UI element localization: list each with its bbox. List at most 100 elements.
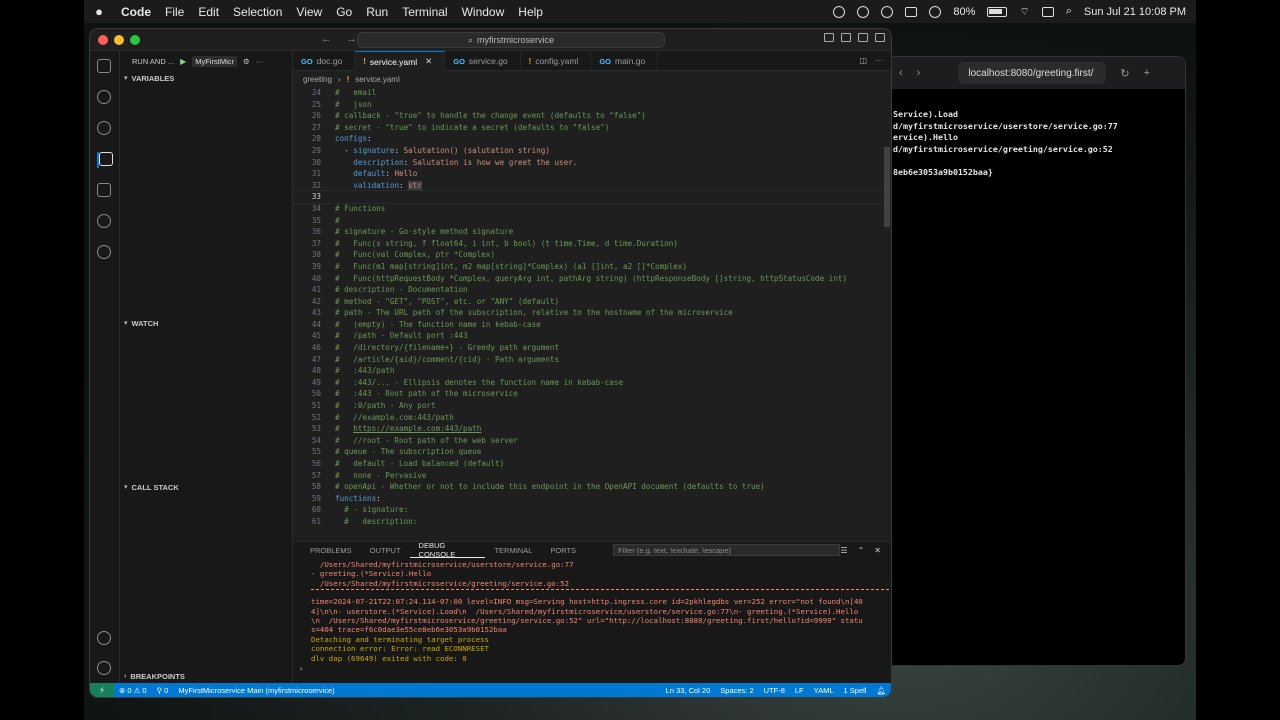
code-line[interactable]: 42 # method - "GET", "POST", etc. or "ANY…	[293, 296, 883, 308]
tab-ports[interactable]: PORTS	[541, 542, 585, 558]
code-line[interactable]: 32 validation: str	[293, 180, 883, 192]
menu-view[interactable]: View	[289, 5, 329, 19]
moon-icon[interactable]	[881, 5, 894, 18]
scrollbar-thumb[interactable]	[884, 147, 890, 227]
tab-terminal[interactable]: TERMINAL	[485, 542, 541, 558]
clock[interactable]: Sun Jul 21 10:08 PM	[1084, 6, 1186, 18]
tab-service-yaml[interactable]: ! service.yaml ✕	[355, 51, 446, 71]
code-line[interactable]: 60 # - signature:	[293, 504, 883, 516]
run-debug-icon[interactable]	[97, 152, 113, 168]
code-line[interactable]: 58 # openApi - Whether or not to include …	[293, 481, 883, 493]
code-line[interactable]: 45 # /path - Default port :443	[293, 330, 883, 342]
tab-config-yaml[interactable]: ! config.yaml	[521, 51, 592, 71]
code-line[interactable]: 39 # Func(m1 map[string]int, m2 map[strin…	[293, 261, 883, 273]
code-line[interactable]: 43 # path - The URL path of the subscript…	[293, 307, 883, 319]
language-mode[interactable]: YAML	[809, 686, 839, 695]
spotlight-icon[interactable]: ⌕	[1066, 5, 1072, 18]
menu-edit[interactable]: Edit	[191, 5, 226, 19]
code-line[interactable]: 33	[293, 190, 883, 204]
tab-problems[interactable]: PROBLEMS	[301, 542, 361, 558]
record-icon[interactable]	[833, 5, 846, 18]
code-line[interactable]: 51 # :0/path - Any port	[293, 400, 883, 412]
cursor-position[interactable]: Ln 33, Col 20	[661, 686, 716, 695]
code-line[interactable]: 50 # :443 - Root path of the microservice	[293, 388, 883, 400]
testing-icon[interactable]	[97, 214, 113, 230]
code-line[interactable]: 48 # :443/path	[293, 365, 883, 377]
code-line[interactable]: 34 # Functions	[293, 203, 883, 215]
search-view-icon[interactable]	[97, 90, 113, 106]
code-line[interactable]: 29 - signature: Salutation() (salutation…	[293, 145, 883, 157]
breadcrumb-file[interactable]: service.yaml	[355, 75, 399, 84]
code-line[interactable]: 49 # :443/... - Ellipsis denotes the func…	[293, 377, 883, 389]
time-machine-icon[interactable]	[929, 5, 942, 18]
split-editor-icon[interactable]: ◫	[859, 56, 867, 65]
notifications-bell-icon[interactable]: 🔔︎	[871, 686, 891, 695]
extensions-icon[interactable]	[97, 183, 113, 199]
debug-config-status[interactable]: MyFirstMicroservice Main (myfirstmicrose…	[173, 686, 339, 695]
tab-main-go[interactable]: GO main.go	[591, 51, 659, 71]
tab-output[interactable]: OUTPUT	[361, 542, 410, 558]
nav-forward-icon[interactable]: →	[346, 33, 357, 45]
command-center[interactable]: ⌕ myfirstmicroservice	[357, 32, 665, 48]
browser-url-field[interactable]: localhost:8080/greeting.first/	[958, 62, 1107, 84]
code-line[interactable]: 38 # Func(val Complex, ptr *Complex)	[293, 249, 883, 261]
toggle-sidebar-icon[interactable]	[824, 33, 834, 42]
code-line[interactable]: 31 default: Hello	[293, 168, 883, 180]
wifi-icon[interactable]: ⌔	[1019, 5, 1029, 19]
spell-check-status[interactable]: 1 Spell	[839, 686, 872, 695]
tab-service-go[interactable]: GO service.go	[445, 51, 521, 71]
code-line[interactable]: 26 # callback - "true" to handle the chan…	[293, 110, 883, 122]
control-center-icon[interactable]	[1041, 6, 1054, 17]
display-icon[interactable]	[905, 6, 918, 17]
problems-count[interactable]: ⊗ 0 ⚠ 0	[114, 686, 152, 695]
code-line[interactable]: 24 # email	[293, 87, 883, 99]
explorer-icon[interactable]	[97, 59, 113, 75]
menu-terminal[interactable]: Terminal	[395, 5, 454, 19]
code-line[interactable]: 53 # https://example.com:443/path	[293, 423, 883, 435]
more-actions-icon[interactable]: ···	[256, 57, 264, 66]
menu-run[interactable]: Run	[359, 5, 395, 19]
zoom-window-button[interactable]	[130, 34, 140, 45]
indentation[interactable]: Spaces: 2	[715, 686, 758, 695]
menu-help[interactable]: Help	[511, 5, 550, 19]
code-line[interactable]: 35 #	[293, 215, 883, 227]
launch-config-select[interactable]: MyFirstMicr	[192, 55, 237, 67]
watch-section[interactable]: ▾ WATCH	[120, 316, 292, 330]
end-of-line[interactable]: LF	[790, 686, 809, 695]
battery-icon[interactable]	[987, 6, 1008, 17]
clear-console-icon[interactable]: ☰	[840, 546, 847, 555]
menu-window[interactable]: Window	[455, 5, 512, 19]
tab-doc-go[interactable]: GO doc.go	[293, 51, 356, 71]
code-line[interactable]: 28 configs:	[293, 133, 883, 145]
menu-go[interactable]: Go	[329, 5, 359, 19]
back-icon[interactable]: ‹	[899, 67, 903, 79]
code-line[interactable]: 27 # secret - "true" to indicate a secret…	[293, 122, 883, 134]
open-launch-json-gear-icon[interactable]: ⚙	[243, 57, 250, 66]
minimize-window-button[interactable]	[114, 34, 124, 45]
menu-app-name[interactable]: Code	[114, 5, 158, 19]
menu-selection[interactable]: Selection	[226, 5, 289, 19]
variables-section[interactable]: ▾ VARIABLES	[120, 71, 292, 85]
debug-console-output[interactable]: /Users/Shared/myfirstmicroservice/userst…	[293, 558, 891, 673]
code-line[interactable]: 44 # (empty) - The function name in kebab…	[293, 319, 883, 331]
code-line[interactable]: 61 # description:	[293, 516, 883, 528]
code-line[interactable]: 25 # json	[293, 99, 883, 111]
code-line[interactable]: 41 # description - Documentation	[293, 284, 883, 296]
close-window-button[interactable]	[98, 34, 108, 45]
code-line[interactable]: 30 description: Salutation is how we gre…	[293, 157, 883, 169]
customize-layout-icon[interactable]	[875, 33, 885, 42]
remote-indicator-icon[interactable]: ⚡	[90, 683, 114, 697]
toggle-panel-icon[interactable]	[841, 33, 851, 42]
more-actions-icon[interactable]: ···	[875, 56, 883, 65]
maximize-panel-icon[interactable]: ⌃	[858, 546, 865, 555]
code-line[interactable]: 56 # default - Load balanced (default)	[293, 458, 883, 470]
code-line[interactable]: 57 # none - Pervasive	[293, 470, 883, 482]
source-control-icon[interactable]	[97, 121, 113, 137]
code-line[interactable]: 40 # Func(httpRequestBody *Complex, query…	[293, 273, 883, 285]
code-line[interactable]: 36 # signature - Go-style method signatur…	[293, 226, 883, 238]
code-editor[interactable]: 24 # email 25 # json 26 # callback - "true" t…	[293, 87, 883, 541]
menu-file[interactable]: File	[158, 5, 191, 19]
creative-cloud-icon[interactable]	[857, 5, 870, 18]
accounts-icon[interactable]	[97, 631, 113, 647]
toggle-secondary-sidebar-icon[interactable]	[858, 33, 868, 42]
